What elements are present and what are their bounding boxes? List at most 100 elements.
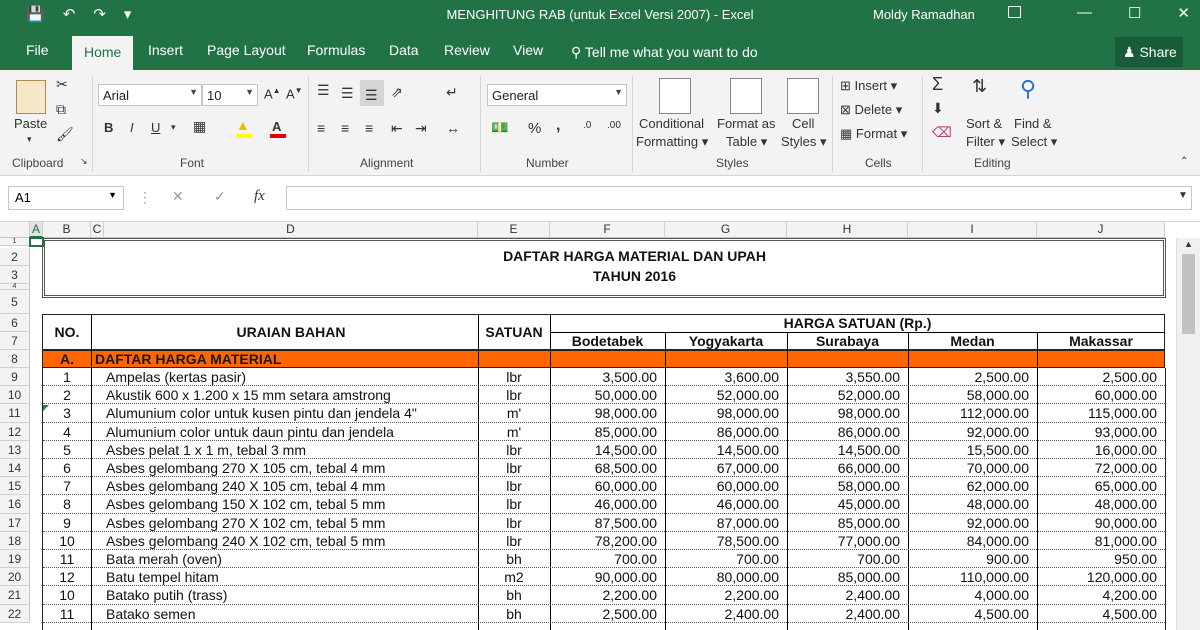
column-header-E[interactable]: E xyxy=(478,222,550,238)
bold-button[interactable]: B xyxy=(104,120,113,135)
item-name[interactable]: Asbes gelombang 150 X 102 cm, tebal 5 mm xyxy=(106,496,478,512)
align-center-icon[interactable]: ≡ xyxy=(341,120,349,136)
paste-dropdown-icon[interactable]: ▾ xyxy=(27,134,32,145)
item-price[interactable]: 98,000.00 xyxy=(665,405,779,421)
sort-filter-line1[interactable]: Sort & xyxy=(966,116,1002,131)
item-price[interactable]: 85,000.00 xyxy=(787,569,900,585)
item-name[interactable]: Alumunium color untuk kusen pintu dan je… xyxy=(106,405,478,421)
row-header-2[interactable]: 2 xyxy=(0,248,30,266)
cancel-icon[interactable]: ✕ xyxy=(172,188,184,205)
item-number[interactable]: 10 xyxy=(43,533,91,549)
selected-cell-a1[interactable] xyxy=(29,237,44,247)
row-header-12[interactable]: 12 xyxy=(0,422,30,441)
item-price[interactable]: 62,000.00 xyxy=(908,478,1029,494)
tab-data[interactable]: Data xyxy=(389,42,419,58)
font-name-combo[interactable]: Arial ▼ xyxy=(98,84,202,106)
maximize-icon[interactable]: ☐ xyxy=(1128,4,1141,22)
item-price[interactable]: 90,000.00 xyxy=(550,569,657,585)
underline-dropdown-icon[interactable]: ▾ xyxy=(171,122,176,133)
expand-formula-bar-icon[interactable]: ▼ xyxy=(1178,190,1188,201)
item-price[interactable]: 50,000.00 xyxy=(550,387,657,403)
item-unit[interactable]: lbr xyxy=(478,369,550,385)
decrease-indent-icon[interactable]: ⇤ xyxy=(391,120,403,137)
scrollbar-thumb[interactable] xyxy=(1182,254,1195,334)
find-select-line2[interactable]: Select ▾ xyxy=(1011,134,1057,150)
format-as-table-line2[interactable]: Table ▾ xyxy=(726,134,767,150)
cell-styles-icon[interactable] xyxy=(787,78,819,114)
item-unit[interactable]: m' xyxy=(478,424,550,440)
item-price[interactable]: 4,500.00 xyxy=(908,606,1030,622)
item-price[interactable]: 2,400.00 xyxy=(787,606,901,622)
format-cells-button[interactable]: ▦ Format ▾ xyxy=(840,126,907,142)
column-header-B[interactable]: B xyxy=(43,222,91,238)
user-name[interactable]: Moldy Ramadhan xyxy=(873,7,975,22)
item-name[interactable]: Batako putih (trass) xyxy=(106,587,478,603)
column-header-D[interactable]: D xyxy=(104,222,478,238)
item-price[interactable]: 92,000.00 xyxy=(908,424,1029,440)
increase-decimal-icon[interactable]: .0 xyxy=(583,120,591,131)
item-unit[interactable]: lbr xyxy=(478,515,550,531)
item-unit[interactable]: lbr xyxy=(478,387,550,403)
cell-styles-line1[interactable]: Cell xyxy=(792,116,814,131)
item-price[interactable]: 2,200.00 xyxy=(665,587,780,603)
item-unit[interactable]: lbr xyxy=(478,533,550,549)
item-price[interactable]: 2,200.00 xyxy=(550,587,658,603)
item-price[interactable]: 112,000.00 xyxy=(908,405,1029,421)
item-price[interactable]: 68,500.00 xyxy=(550,460,657,476)
item-number[interactable]: 12 xyxy=(43,569,91,585)
row-header-5[interactable]: 5 xyxy=(0,290,30,314)
item-price[interactable]: 66,000.00 xyxy=(787,460,900,476)
item-price[interactable]: 3,550.00 xyxy=(787,369,901,385)
row-header-18[interactable]: 18 xyxy=(0,531,30,550)
row-header-1[interactable]: 1 xyxy=(0,238,30,246)
item-price[interactable]: 16,000.00 xyxy=(1037,442,1157,458)
fill-icon[interactable]: ⬇ xyxy=(932,100,944,117)
item-price[interactable]: 900.00 xyxy=(908,551,1029,567)
item-price[interactable]: 52,000.00 xyxy=(665,387,779,403)
align-right-icon[interactable]: ≡ xyxy=(365,120,373,136)
paste-icon[interactable] xyxy=(16,80,46,114)
tab-home[interactable]: Home xyxy=(72,36,134,70)
minimize-icon[interactable]: — xyxy=(1077,4,1092,22)
column-header-C[interactable]: C xyxy=(91,222,104,238)
item-price[interactable]: 48,000.00 xyxy=(908,496,1029,512)
item-price[interactable]: 87,500.00 xyxy=(550,515,657,531)
item-price[interactable]: 950.00 xyxy=(1037,551,1157,567)
item-price[interactable]: 72,000.00 xyxy=(1037,460,1157,476)
item-price[interactable]: 92,000.00 xyxy=(908,515,1029,531)
item-number[interactable]: 9 xyxy=(43,515,91,531)
find-select-line1[interactable]: Find & xyxy=(1014,116,1052,131)
item-unit[interactable]: m' xyxy=(478,405,550,421)
item-price[interactable]: 60,000.00 xyxy=(665,478,779,494)
column-header-G[interactable]: G xyxy=(665,222,787,238)
tab-formulas[interactable]: Formulas xyxy=(307,42,365,58)
item-number[interactable]: 4 xyxy=(43,424,91,440)
select-all-corner[interactable] xyxy=(0,222,30,238)
row-header-22[interactable]: 22 xyxy=(0,604,30,623)
format-as-table-icon[interactable] xyxy=(730,78,762,114)
item-number[interactable]: 3 xyxy=(43,405,91,421)
increase-indent-icon[interactable]: ⇥ xyxy=(415,120,427,137)
item-price[interactable]: 700.00 xyxy=(665,551,779,567)
item-unit[interactable]: bh xyxy=(478,606,550,622)
item-price[interactable]: 60,000.00 xyxy=(1037,387,1157,403)
autosum-icon[interactable]: Σ xyxy=(932,74,943,95)
row-header-14[interactable]: 14 xyxy=(0,459,30,478)
item-price[interactable]: 86,000.00 xyxy=(665,424,779,440)
item-unit[interactable]: lbr xyxy=(478,496,550,512)
item-price[interactable]: 2,500.00 xyxy=(550,606,658,622)
paste-button[interactable]: Paste xyxy=(14,116,47,131)
orientation-icon[interactable]: ⇗ xyxy=(391,84,403,101)
tell-me-search[interactable]: ⚲ Tell me what you want to do xyxy=(571,44,758,61)
item-name[interactable]: Asbes gelombang 240 X 102 cm, tebal 5 mm xyxy=(106,533,478,549)
item-price[interactable]: 2,400.00 xyxy=(787,587,901,603)
item-price[interactable]: 78,200.00 xyxy=(550,533,657,549)
close-icon[interactable]: ✕ xyxy=(1177,4,1190,22)
item-price[interactable]: 85,000.00 xyxy=(787,515,900,531)
font-color-icon[interactable]: A xyxy=(272,119,281,134)
item-number[interactable]: 7 xyxy=(43,478,91,494)
item-name[interactable]: Batako semen xyxy=(106,606,478,622)
item-unit[interactable]: lbr xyxy=(478,442,550,458)
item-price[interactable]: 52,000.00 xyxy=(787,387,900,403)
conditional-formatting-line1[interactable]: Conditional xyxy=(639,116,704,131)
